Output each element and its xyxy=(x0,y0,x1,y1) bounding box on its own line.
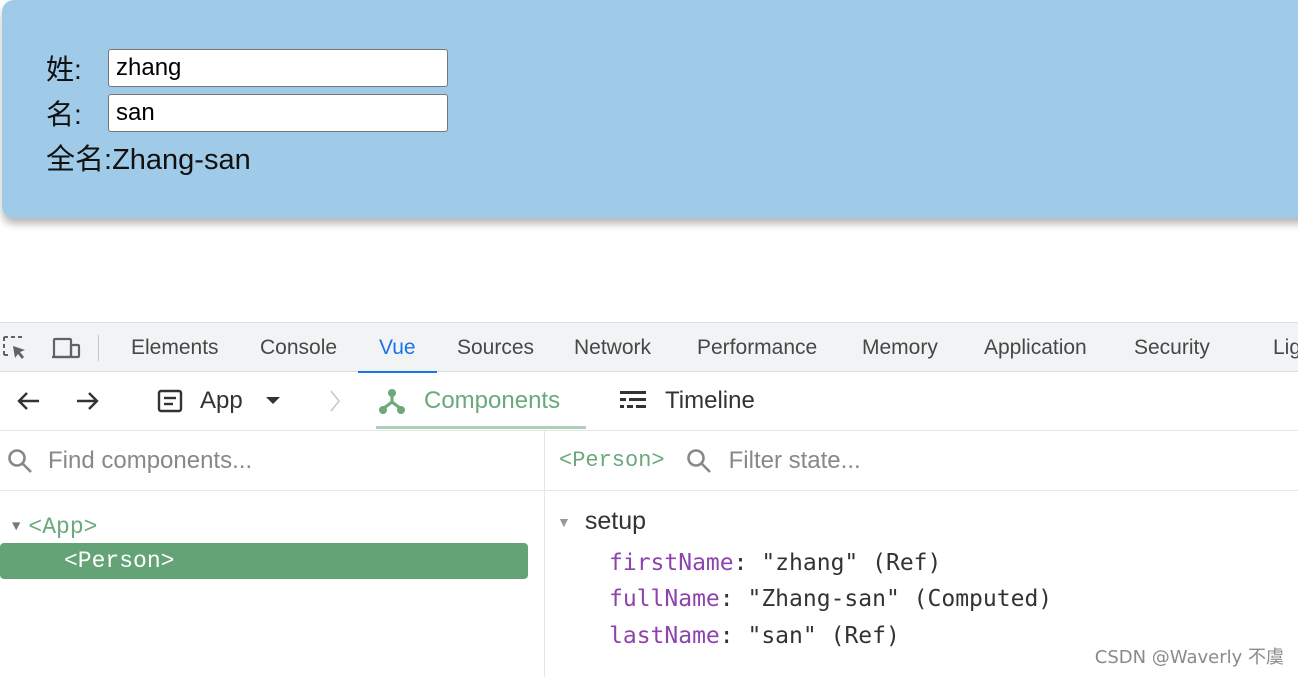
toolbar-divider xyxy=(98,335,99,361)
state-key: lastName xyxy=(609,623,720,649)
caret-down-icon xyxy=(265,396,281,406)
selected-component-tag: <Person> xyxy=(559,448,665,473)
tree-node-person-label: <Person> xyxy=(64,548,175,574)
state-value: "Zhang-san" xyxy=(747,586,900,612)
filter-state-input[interactable] xyxy=(726,445,1031,476)
full-name-label: 全名: xyxy=(46,144,113,176)
tab-sources[interactable]: Sources xyxy=(457,323,534,372)
state-row-fullname[interactable]: fullName: "Zhang-san" (Computed) xyxy=(609,586,1052,612)
expand-triangle-icon[interactable]: ▼ xyxy=(12,519,20,535)
tab-performance[interactable]: Performance xyxy=(697,323,817,372)
tab-security[interactable]: Security xyxy=(1134,323,1210,372)
state-value: "san" xyxy=(747,623,817,649)
last-name-row: 名: xyxy=(46,93,448,133)
vue-toolbar: App Components Timeline xyxy=(0,372,1298,431)
state-value: "zhang" xyxy=(761,550,859,576)
timeline-icon xyxy=(619,389,647,413)
state-inspector-pane: <Person> ▼ setup firstName: "zhang" (Ref… xyxy=(545,431,1298,677)
last-name-input[interactable] xyxy=(108,94,448,132)
first-name-label: 姓: xyxy=(46,54,82,85)
tree-node-person[interactable]: <Person> xyxy=(0,543,528,579)
component-tree-pane: ▼ <App> <Person> xyxy=(0,431,545,677)
state-row-firstname[interactable]: firstName: "zhang" (Ref) xyxy=(609,550,941,576)
full-name-value: Zhang-san xyxy=(112,144,251,176)
breadcrumb-chevron-icon xyxy=(328,372,342,430)
setup-section-label: setup xyxy=(584,507,647,535)
watermark: CSDN @Waverly 不虞 xyxy=(1094,647,1284,668)
timeline-tab[interactable]: Timeline xyxy=(619,372,755,430)
devtools-tab-bar: Elements Console Vue Sources Network Per… xyxy=(0,322,1298,373)
device-toolbar-icon[interactable] xyxy=(50,333,81,363)
timeline-tab-label: Timeline xyxy=(665,387,755,414)
state-key: fullName xyxy=(609,586,720,612)
setup-section-header[interactable]: ▼ setup xyxy=(557,507,646,536)
full-name-row: 全名:Zhang-san xyxy=(46,136,251,178)
tab-console[interactable]: Console xyxy=(260,323,337,372)
search-icon xyxy=(6,447,34,475)
tab-memory[interactable]: Memory xyxy=(862,323,938,372)
state-type: (Ref) xyxy=(830,623,900,649)
collapse-triangle-icon[interactable]: ▼ xyxy=(557,514,571,530)
components-tab-underline xyxy=(376,426,586,429)
first-name-row: 姓: xyxy=(46,48,448,88)
back-arrow-icon[interactable] xyxy=(14,372,44,430)
find-components-input[interactable] xyxy=(46,445,430,476)
components-tab[interactable]: Components xyxy=(378,372,560,430)
tree-node-app-label: <App> xyxy=(28,514,98,540)
components-tab-label: Components xyxy=(424,387,561,414)
inspect-element-icon[interactable] xyxy=(0,333,30,363)
state-key: firstName xyxy=(609,550,734,576)
state-type: (Ref) xyxy=(872,550,942,576)
forward-arrow-icon[interactable] xyxy=(72,372,102,430)
tree-node-app[interactable]: ▼ <App> xyxy=(12,509,97,545)
state-type: (Computed) xyxy=(913,586,1053,612)
tab-application[interactable]: Application xyxy=(984,323,1087,372)
tab-network[interactable]: Network xyxy=(574,323,651,372)
tab-lighthouse[interactable]: Lig xyxy=(1273,323,1298,372)
app-selector[interactable]: App xyxy=(156,372,281,430)
tab-elements[interactable]: Elements xyxy=(131,323,219,372)
find-components-row xyxy=(0,431,544,491)
person-card: 姓: 名: 全名:Zhang-san xyxy=(2,0,1298,218)
last-name-label: 名: xyxy=(46,99,82,130)
state-row-lastname[interactable]: lastName: "san" (Ref) xyxy=(609,623,900,649)
filter-search-icon xyxy=(685,447,713,475)
components-icon xyxy=(378,387,406,415)
devtools-panel: Elements Console Vue Sources Network Per… xyxy=(0,322,1298,677)
tab-vue[interactable]: Vue xyxy=(358,323,436,373)
app-selector-label: App xyxy=(200,387,243,414)
first-name-input[interactable] xyxy=(108,49,448,87)
app-icon xyxy=(156,387,184,415)
filter-state-row: <Person> xyxy=(545,431,1298,491)
